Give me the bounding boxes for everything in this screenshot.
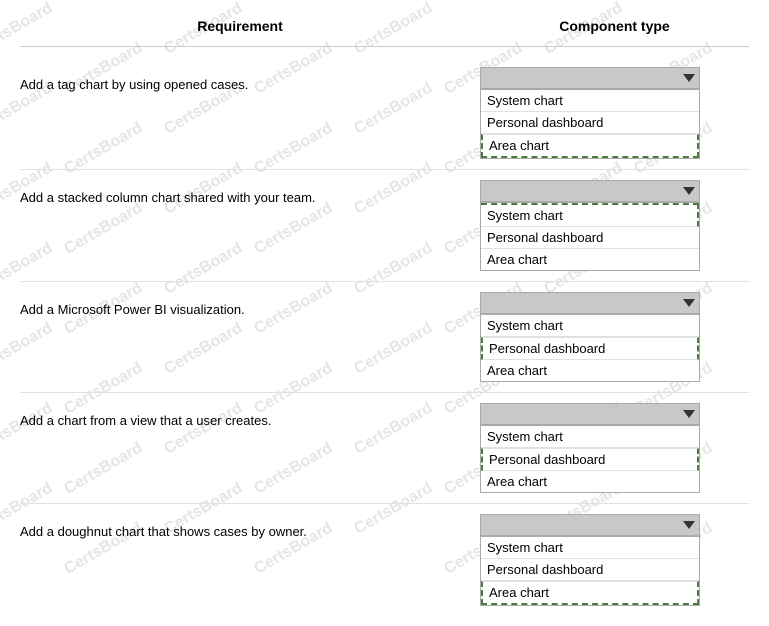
dropdown-bar-2[interactable]	[480, 180, 700, 202]
options-list-1: System chartPersonal dashboardArea chart	[480, 89, 700, 159]
requirement-header: Requirement	[20, 18, 480, 34]
option-item-4-0[interactable]: System chart	[481, 426, 699, 448]
options-list-4: System chartPersonal dashboardArea chart	[480, 425, 700, 493]
options-list-5: System chartPersonal dashboardArea chart	[480, 536, 700, 606]
component-area-2: System chartPersonal dashboardArea chart	[480, 180, 749, 271]
option-item-3-1[interactable]: Personal dashboard	[481, 337, 699, 360]
header-row: Requirement Component type	[20, 10, 749, 47]
options-list-3: System chartPersonal dashboardArea chart	[480, 314, 700, 382]
option-item-3-2[interactable]: Area chart	[481, 360, 699, 381]
dropdown-arrow-5	[683, 521, 695, 529]
option-item-5-2[interactable]: Area chart	[481, 581, 699, 605]
requirement-text-5: Add a doughnut chart that shows cases by…	[20, 514, 480, 550]
option-item-1-2[interactable]: Area chart	[481, 134, 699, 158]
option-item-2-0[interactable]: System chart	[481, 203, 699, 227]
option-item-4-2[interactable]: Area chart	[481, 471, 699, 492]
dropdown-arrow-1	[683, 74, 695, 82]
requirement-text-2: Add a stacked column chart shared with y…	[20, 180, 480, 216]
option-item-1-0[interactable]: System chart	[481, 90, 699, 112]
dropdown-bar-3[interactable]	[480, 292, 700, 314]
requirement-text-4: Add a chart from a view that a user crea…	[20, 403, 480, 439]
option-item-1-1[interactable]: Personal dashboard	[481, 112, 699, 134]
dropdown-bar-5[interactable]	[480, 514, 700, 536]
question-row-1: Add a tag chart by using opened cases.Sy…	[20, 57, 749, 170]
component-area-1: System chartPersonal dashboardArea chart	[480, 67, 749, 159]
component-area-4: System chartPersonal dashboardArea chart	[480, 403, 749, 493]
main-content: Requirement Component type Add a tag cha…	[0, 0, 769, 626]
dropdown-arrow-2	[683, 187, 695, 195]
requirement-text-1: Add a tag chart by using opened cases.	[20, 67, 480, 103]
component-area-5: System chartPersonal dashboardArea chart	[480, 514, 749, 606]
question-row-3: Add a Microsoft Power BI visualization.S…	[20, 282, 749, 393]
dropdown-arrow-3	[683, 299, 695, 307]
component-header: Component type	[480, 18, 749, 34]
dropdown-bar-1[interactable]	[480, 67, 700, 89]
dropdown-bar-4[interactable]	[480, 403, 700, 425]
questions-container: Add a tag chart by using opened cases.Sy…	[20, 57, 749, 616]
options-list-2: System chartPersonal dashboardArea chart	[480, 202, 700, 271]
option-item-3-0[interactable]: System chart	[481, 315, 699, 337]
option-item-5-1[interactable]: Personal dashboard	[481, 559, 699, 581]
component-area-3: System chartPersonal dashboardArea chart	[480, 292, 749, 382]
option-item-2-2[interactable]: Area chart	[481, 249, 699, 270]
requirement-text-3: Add a Microsoft Power BI visualization.	[20, 292, 480, 328]
question-row-2: Add a stacked column chart shared with y…	[20, 170, 749, 282]
dropdown-arrow-4	[683, 410, 695, 418]
question-row-5: Add a doughnut chart that shows cases by…	[20, 504, 749, 616]
option-item-5-0[interactable]: System chart	[481, 537, 699, 559]
option-item-2-1[interactable]: Personal dashboard	[481, 227, 699, 249]
question-row-4: Add a chart from a view that a user crea…	[20, 393, 749, 504]
option-item-4-1[interactable]: Personal dashboard	[481, 448, 699, 471]
